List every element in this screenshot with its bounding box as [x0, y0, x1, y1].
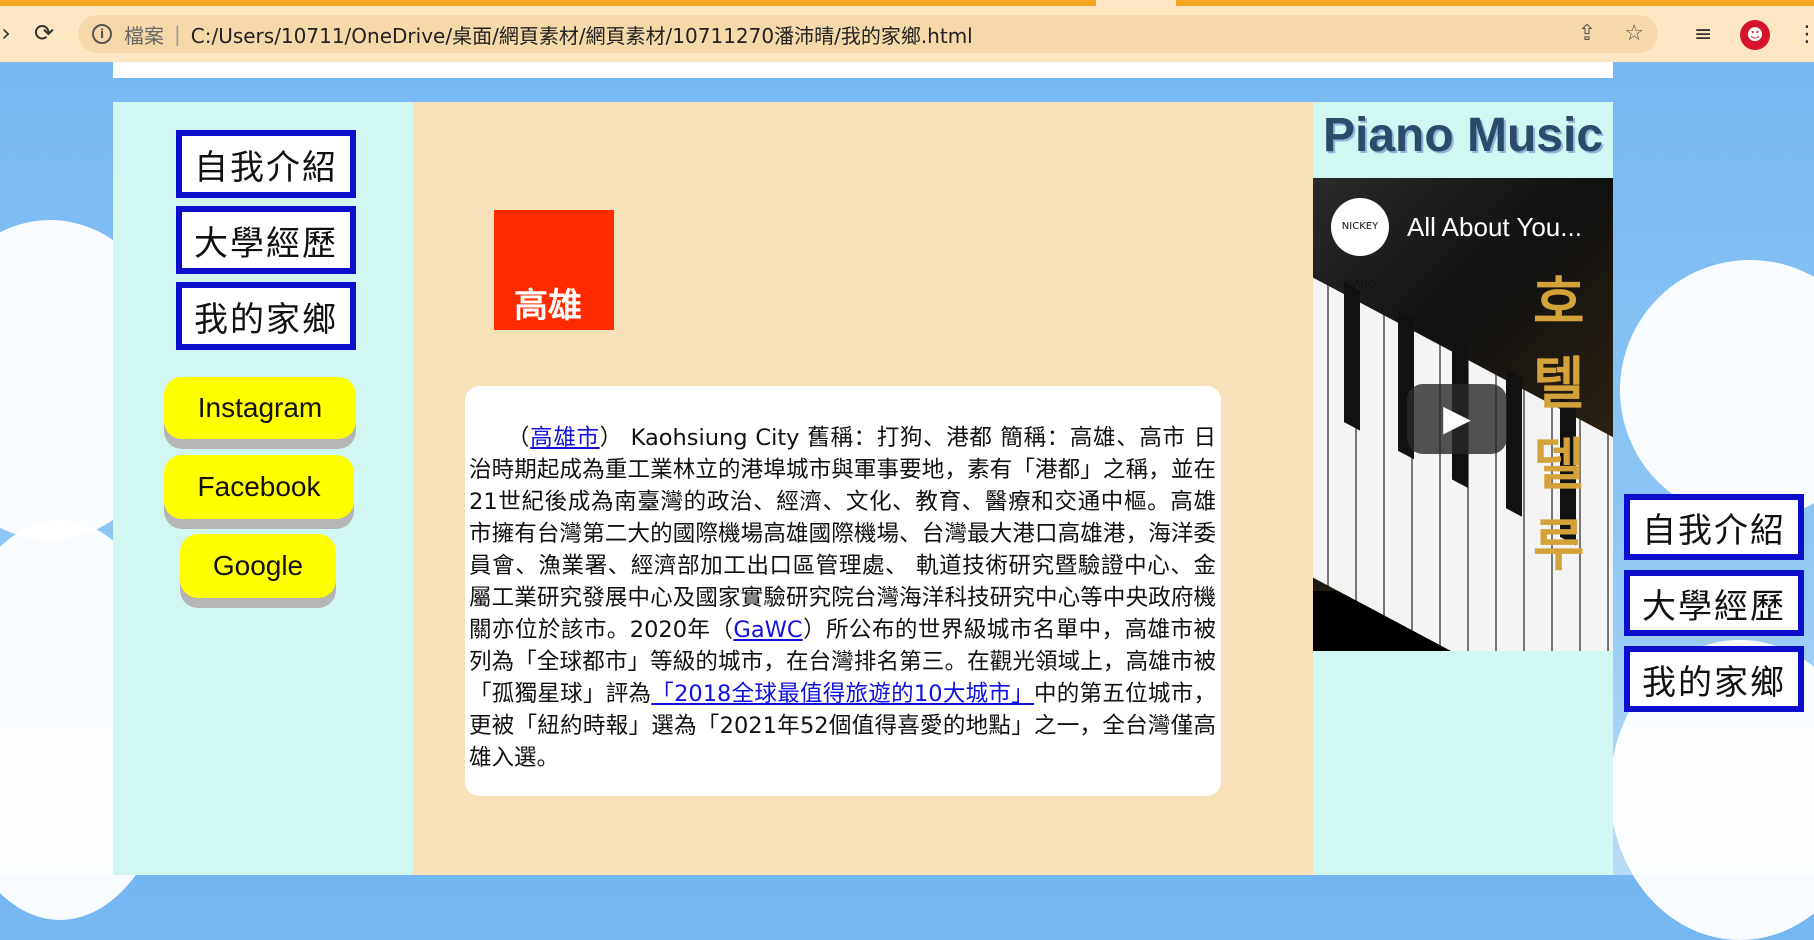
back-arrow-icon[interactable]: › [0, 19, 20, 47]
page-top-strip [113, 62, 1613, 78]
cloud-right [1620, 260, 1814, 520]
kaohsiung-link[interactable]: 高雄市 [530, 425, 599, 451]
instagram-button[interactable]: Instagram [164, 377, 356, 439]
description-part-1: ） Kaohsiung City 舊稱：打狗、港都 簡稱：高雄、高市 日治時期起… [469, 425, 1216, 643]
share-icon[interactable]: ⇪ [1578, 21, 1596, 47]
browser-toolbar: › ⟳ i 檔案 | C:/Users/10711/OneDrive/桌面/網頁… [0, 6, 1814, 62]
google-button[interactable]: Google [180, 534, 336, 598]
gawc-link[interactable]: GaWC [733, 617, 802, 643]
scheme-label: 檔案 [124, 23, 164, 48]
kebab-menu-icon[interactable]: ⋮ [1796, 22, 1814, 47]
profile-avatar-icon[interactable]: ☻ [1740, 20, 1770, 50]
ranking-link[interactable]: 「2018全球最值得旅遊的10大城市」 [651, 681, 1034, 707]
reading-list-icon[interactable]: ≡ [1694, 22, 1712, 47]
star-icon[interactable]: ☆ [1624, 21, 1644, 47]
video-overlay-text: 호텔 델루 [1533, 271, 1585, 579]
nav-university[interactable]: 大學經歷 [176, 206, 356, 274]
play-icon[interactable]: ▶ [1407, 384, 1507, 454]
floating-nav-university[interactable]: 大學經歷 [1624, 570, 1804, 636]
reload-icon[interactable]: ⟳ [30, 19, 58, 47]
url-text[interactable]: C:/Users/10711/OneDrive/桌面/網頁素材/網頁素材/107… [191, 20, 973, 49]
scheme-separator: | [174, 22, 181, 46]
floating-nav-about-me[interactable]: 自我介紹 [1624, 494, 1804, 560]
video-title[interactable]: All About You... [1407, 212, 1582, 243]
channel-logo[interactable]: NICKEY PIANO [1331, 198, 1389, 290]
site-info-icon[interactable]: i [92, 24, 112, 44]
nav-about-me[interactable]: 自我介紹 [176, 130, 356, 198]
floating-nav-hometown[interactable]: 我的家鄉 [1624, 646, 1804, 712]
city-description: （高雄市） Kaohsiung City 舊稱：打狗、港都 簡稱：高雄、高市 日… [465, 386, 1221, 796]
youtube-video[interactable]: 호텔 델루 NICKEY PIANO All About You... ▶ [1313, 178, 1613, 651]
paren-open: （ [507, 425, 531, 451]
facebook-button[interactable]: Facebook [164, 455, 354, 519]
nav-hometown[interactable]: 我的家鄉 [176, 282, 356, 350]
address-bar[interactable]: i 檔案 | C:/Users/10711/OneDrive/桌面/網頁素材/網… [78, 15, 1658, 53]
city-title: 高雄 [494, 210, 614, 330]
piano-music-title: Piano Music [1322, 109, 1604, 162]
